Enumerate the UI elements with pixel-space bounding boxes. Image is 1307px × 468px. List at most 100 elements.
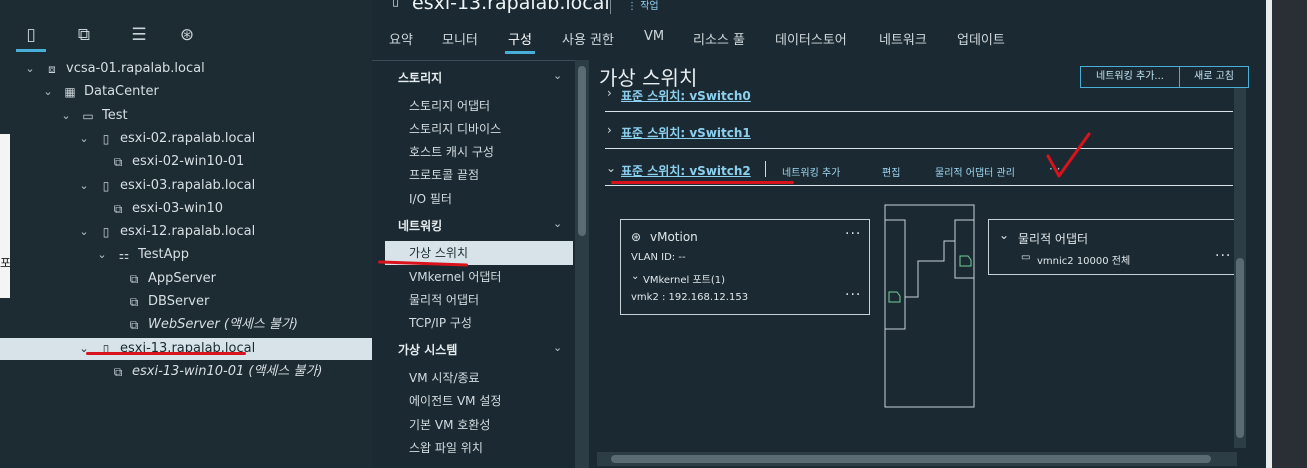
config-item-virtual-switches[interactable]: 가상 스위치 bbox=[409, 244, 468, 261]
vmk-more-button[interactable]: ··· bbox=[845, 287, 861, 303]
chevron-down-icon[interactable]: ⌄ bbox=[96, 244, 108, 266]
main-scrollbar[interactable] bbox=[1234, 88, 1246, 448]
switch-vswitch2[interactable]: 표준 스위치: vSwitch2 bbox=[621, 162, 751, 179]
tree-node[interactable]: ⌄ ▭ Test bbox=[0, 105, 372, 127]
tree-node[interactable]: ⌄ ▦ DataCenter bbox=[0, 81, 372, 103]
hosts-and-clusters-icon[interactable]: ▯ bbox=[16, 24, 46, 52]
tree-node-label: esxi-13.rapalab.local bbox=[120, 340, 256, 356]
vmk-entry: vmk2 : 192.168.12.153 bbox=[631, 292, 749, 303]
edit-link[interactable]: 편집 bbox=[882, 164, 900, 179]
tree-node[interactable]: ⌄ ▯ esxi-02.rapalab.local bbox=[0, 128, 372, 150]
separator bbox=[765, 161, 766, 177]
tab-vms[interactable]: VM bbox=[644, 29, 664, 44]
chevron-down-icon[interactable]: ⌄ bbox=[631, 271, 639, 282]
config-item-storage-devices[interactable]: 스토리지 디바이스 bbox=[409, 120, 501, 137]
chevron-down-icon[interactable]: ⌄ bbox=[553, 217, 562, 230]
scrollbar-thumb[interactable] bbox=[578, 66, 586, 236]
chevron-down-icon[interactable]: ⌄ bbox=[606, 161, 616, 175]
switch-vswitch1[interactable]: 표준 스위치: vSwitch1 bbox=[621, 124, 751, 141]
chevron-down-icon[interactable]: ⌄ bbox=[553, 69, 562, 82]
vm-icon: ⧉ bbox=[129, 271, 139, 286]
tree-node[interactable]: ⌄ ⧈ vcsa-01.rapalab.local bbox=[0, 58, 372, 80]
config-item-host-cache[interactable]: 호스트 캐시 구성 bbox=[409, 143, 494, 160]
divider bbox=[605, 185, 1233, 186]
main-horizontal-scrollbar[interactable] bbox=[597, 452, 1237, 466]
adapter-more-button[interactable]: ··· bbox=[1215, 248, 1231, 264]
chevron-down-icon[interactable]: ⌄ bbox=[42, 81, 54, 103]
chevron-down-icon[interactable]: ⌄ bbox=[999, 228, 1009, 242]
refresh-button[interactable]: 새로 고침 bbox=[1179, 66, 1249, 88]
config-item-storage-adapters[interactable]: 스토리지 어댑터 bbox=[409, 97, 490, 114]
tree-node[interactable]: ⌄ ▯ esxi-13.rapalab.local bbox=[0, 337, 372, 360]
physical-adapters-card[interactable]: ⌄ 물리적 어댑터 ▭ vmnic2 10000 전체 ··· bbox=[988, 219, 1235, 275]
nic-icon: ▭ bbox=[1021, 252, 1031, 263]
config-section-networking[interactable]: 네트워킹 bbox=[398, 217, 442, 234]
actions-menu[interactable]: ⋮ 작업 bbox=[627, 0, 659, 12]
config-item-physical-adapters[interactable]: 물리적 어댑터 bbox=[409, 291, 479, 308]
actions-label: 작업 bbox=[640, 1, 659, 12]
vm-icon: ⧉ bbox=[129, 318, 139, 333]
tree-node[interactable]: ⌄ ▯ esxi-03.rapalab.local bbox=[0, 175, 372, 197]
config-item-swap-location[interactable]: 스왑 파일 위치 bbox=[409, 439, 483, 456]
tab-updates[interactable]: 업데이트 bbox=[957, 29, 1005, 48]
tree-node-label: esxi-02-win10-01 bbox=[132, 154, 245, 170]
divider bbox=[605, 111, 1233, 112]
chevron-down-icon[interactable]: ⌄ bbox=[24, 58, 36, 80]
chevron-down-icon[interactable]: ⌄ bbox=[78, 128, 90, 150]
config-menu-scrollbar[interactable] bbox=[575, 60, 589, 468]
tab-monitor[interactable]: 모니터 bbox=[442, 29, 478, 48]
vlan-id: VLAN ID: -- bbox=[631, 252, 686, 263]
chevron-down-icon[interactable]: ⌄ bbox=[60, 105, 72, 127]
config-item-agent-vm[interactable]: 에이전트 VM 설정 bbox=[409, 392, 501, 409]
host-icon: ▯ bbox=[102, 178, 110, 193]
config-section-vm[interactable]: 가상 시스템 bbox=[398, 341, 457, 358]
background-window-text: 포 bbox=[0, 256, 12, 270]
config-item-tcpip[interactable]: TCP/IP 구성 bbox=[409, 314, 472, 331]
vmkernel-ports-header[interactable]: VMkernel 포트(1) bbox=[643, 271, 725, 286]
tab-resource-pools[interactable]: 리소스 풀 bbox=[693, 29, 745, 48]
manage-physical-adapters-link[interactable]: 물리적 어댑터 관리 bbox=[935, 164, 1015, 179]
portgroup-more-button[interactable]: ··· bbox=[845, 226, 861, 242]
portgroup-card[interactable]: ⊛ vMotion ··· VLAN ID: -- ⌄ VMkernel 포트(… bbox=[620, 219, 870, 315]
config-item-vmkernel-adapters[interactable]: VMkernel 어댑터 bbox=[409, 268, 501, 285]
chevron-down-icon[interactable]: ⌄ bbox=[78, 175, 90, 197]
tree-node[interactable]: ⧉ WebServer (액세스 불가) bbox=[0, 314, 372, 336]
chevron-down-icon[interactable]: ⌄ bbox=[78, 338, 90, 360]
vm-icon: ⧉ bbox=[113, 155, 123, 170]
header-divider bbox=[610, 0, 611, 14]
tree-node[interactable]: ⌄ ⚏ TestApp bbox=[0, 244, 372, 266]
tree-node[interactable]: ⧉ AppServer bbox=[0, 268, 372, 290]
storage-icon[interactable]: ☰ bbox=[128, 24, 150, 46]
config-item-vm-startup[interactable]: VM 시작/종료 bbox=[409, 369, 480, 386]
config-item-default-compat[interactable]: 기본 VM 호환성 bbox=[409, 416, 490, 433]
tree-node[interactable]: ⧉ DBServer bbox=[0, 291, 372, 313]
config-item-io-filters[interactable]: I/O 필터 bbox=[409, 190, 452, 207]
inventory-view-tabs: ▯ ⧉ ☰ ⊛ bbox=[0, 20, 372, 54]
chevron-down-icon[interactable]: ⌄ bbox=[78, 221, 90, 243]
tab-configure[interactable]: 구성 bbox=[505, 29, 535, 54]
chevron-right-icon[interactable]: › bbox=[607, 86, 612, 100]
host-icon: ▯ bbox=[392, 0, 400, 9]
tab-summary[interactable]: 요약 bbox=[389, 29, 413, 48]
vms-and-templates-icon[interactable]: ⧉ bbox=[73, 24, 95, 46]
config-section-storage[interactable]: 스토리지 bbox=[398, 69, 442, 86]
tab-datastores[interactable]: 데이터스토어 bbox=[775, 29, 847, 48]
tree-node[interactable]: ⧉ esxi-13-win10-01 (액세스 불가) bbox=[0, 361, 372, 383]
vmnic-entry: vmnic2 10000 전체 bbox=[1037, 256, 1131, 267]
tree-node[interactable]: ⧉ esxi-03-win10 bbox=[0, 198, 372, 220]
config-item-protocol-endpoints[interactable]: 프로토콜 끝점 bbox=[409, 166, 479, 183]
tab-networks[interactable]: 네트워크 bbox=[879, 29, 927, 48]
switch-vswitch0[interactable]: 표준 스위치: vSwitch0 bbox=[621, 87, 751, 104]
add-networking-link[interactable]: 네트워킹 추가 bbox=[782, 164, 840, 179]
tab-permissions[interactable]: 사용 권한 bbox=[562, 29, 614, 48]
scrollbar-thumb[interactable] bbox=[611, 455, 1211, 463]
vm-icon: ⧉ bbox=[129, 295, 139, 309]
vapp-icon: ⚏ bbox=[118, 248, 130, 263]
chevron-down-icon[interactable]: ⌄ bbox=[553, 341, 562, 354]
networking-icon[interactable]: ⊛ bbox=[176, 24, 198, 46]
add-networking-button[interactable]: 네트워킹 추가... bbox=[1080, 66, 1180, 88]
tree-node[interactable]: ⌄ ▯ esxi-12.rapalab.local bbox=[0, 221, 372, 243]
chevron-right-icon[interactable]: › bbox=[607, 123, 612, 137]
scrollbar-thumb[interactable] bbox=[1236, 258, 1244, 438]
tree-node[interactable]: ⧉ esxi-02-win10-01 bbox=[0, 151, 372, 173]
